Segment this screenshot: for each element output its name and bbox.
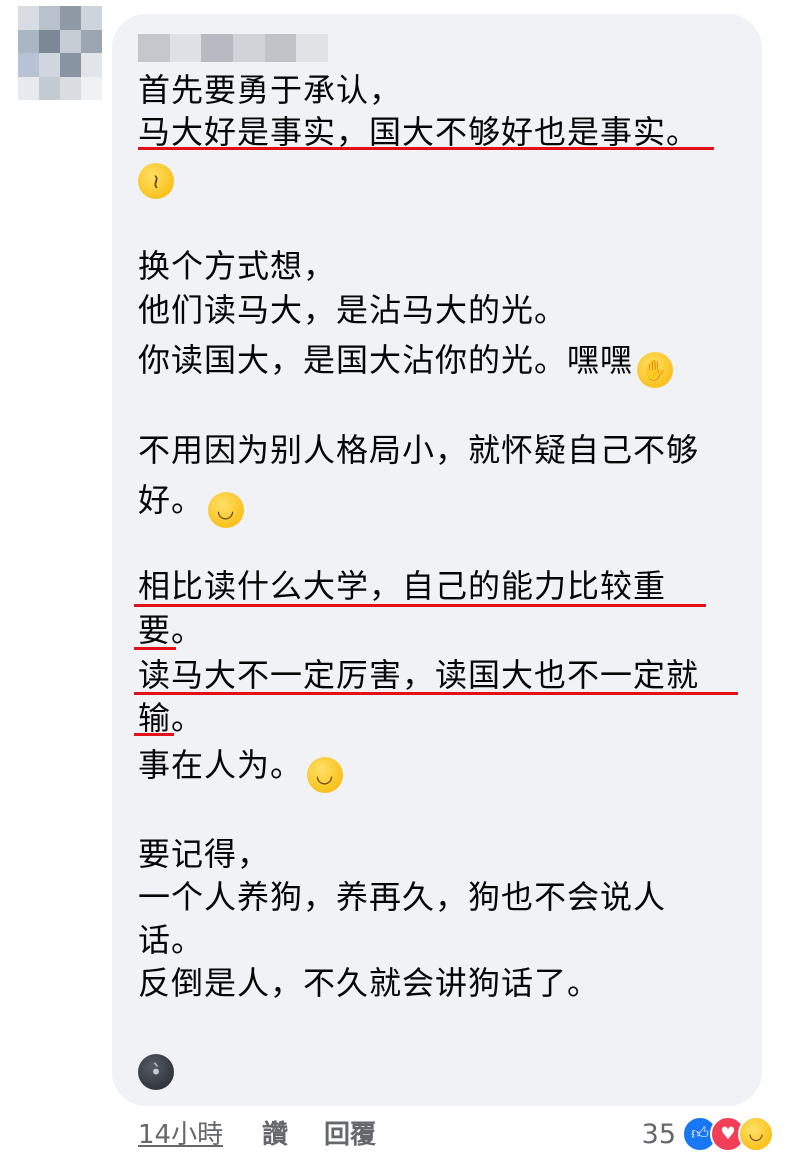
comment-line: 输。	[138, 699, 205, 737]
reactions-summary[interactable]: 35 👍︎ ♥ ◡	[642, 1116, 774, 1152]
like-button[interactable]: 讚	[262, 1118, 288, 1152]
comment-line-text: 事在人为。	[138, 746, 304, 784]
comment-line: 要记得，	[138, 835, 271, 873]
comment-line: 相比读什么大学，自己的能力比较重	[138, 567, 667, 605]
comment-line: 读马大不一定厉害，读国大也不一定就	[138, 656, 700, 694]
comment-line-text: 好。	[138, 481, 205, 519]
comment-line: 马大好是事实，国大不够好也是事实。	[138, 113, 700, 151]
comment-line: 要。	[138, 611, 205, 649]
comment-line: 反倒是人，不久就会讲狗话了。	[138, 964, 601, 1002]
red-underline	[134, 692, 738, 695]
comment-line: 话。	[138, 921, 205, 959]
comment-line: 首先要勇于承认，	[138, 71, 403, 109]
red-underline	[134, 647, 176, 650]
commenter-name-blurred[interactable]	[138, 34, 329, 62]
haha-reaction-icon: ◡	[738, 1116, 774, 1152]
comment-screenshot: 首先要勇于承认， 马大好是事实，国大不够好也是事实。 ≀ 换个方式想， 他们读马…	[0, 0, 800, 1163]
reply-button[interactable]: 回覆	[324, 1118, 376, 1152]
comment-bubble	[112, 14, 762, 1106]
comment-line: 你读国大，是国大沾你的光。嘿嘿 ✋	[138, 340, 674, 388]
comment-line: 好。 ◡	[138, 480, 245, 528]
red-underline	[134, 733, 174, 736]
commenter-avatar[interactable]	[18, 6, 102, 100]
new-moon-face-icon: •̀	[138, 1054, 174, 1090]
grinning-face-icon: ◡	[208, 492, 245, 528]
face-hand-over-mouth-icon: ✋	[637, 352, 674, 388]
reaction-count: 35	[641, 1118, 676, 1150]
comment-line: 不用因为别人格局小，就怀疑自己不够	[138, 431, 700, 469]
comment-line: 他们读马大，是沾马大的光。	[138, 291, 568, 329]
comment-timestamp-link[interactable]: 14小時	[138, 1118, 223, 1152]
comment-line: 换个方式想，	[138, 247, 337, 285]
comment-line: 事在人为。 ◡	[138, 745, 344, 793]
comment-line-text: 你读国大，是国大沾你的光。嘿嘿	[138, 341, 634, 379]
relieved-face-icon: ◡	[307, 757, 344, 793]
woozy-face-icon: ≀	[138, 163, 174, 199]
red-underline	[134, 604, 706, 607]
red-underline	[138, 147, 714, 150]
comment-line: 一个人养狗，养再久，狗也不会说人	[138, 878, 667, 916]
